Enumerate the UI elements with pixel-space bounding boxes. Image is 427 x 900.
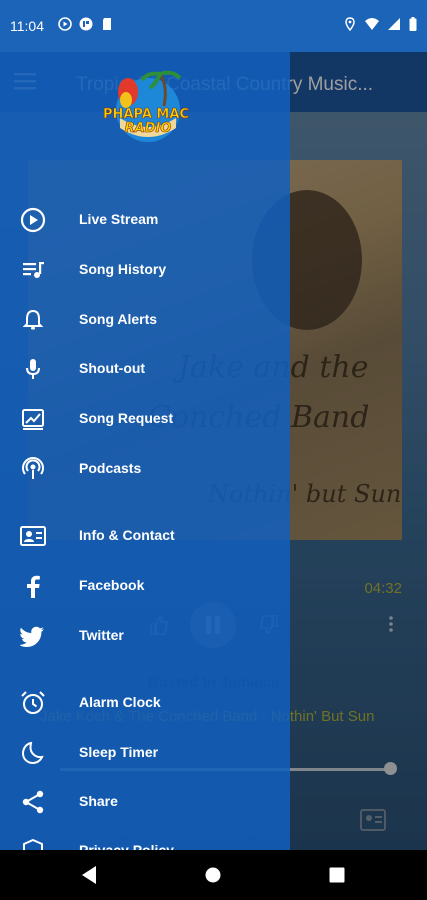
menu-item-share[interactable]: Share: [0, 779, 290, 825]
menu-item-podcasts[interactable]: Podcasts: [0, 446, 290, 492]
home-icon[interactable]: [205, 867, 221, 883]
menu-item-twitter[interactable]: Twitter: [0, 613, 290, 659]
menu-item-song-request[interactable]: Song Request: [0, 396, 290, 442]
microphone-icon: [26, 359, 40, 379]
menu-item-label: Live Stream: [79, 211, 159, 227]
menu-item-shout-out[interactable]: Shout-out: [0, 346, 290, 392]
recents-icon[interactable]: [329, 867, 345, 883]
system-navigation-bar: [0, 850, 427, 900]
app-notification-icon: [79, 17, 93, 31]
menu-item-label: Privacy Policy: [79, 842, 174, 850]
battery-icon: [409, 17, 417, 31]
menu-item-label: Podcasts: [79, 460, 142, 476]
contact-card-icon: [20, 526, 46, 546]
menu-item-label: Song History: [79, 261, 167, 277]
menu-item-label: Alarm Clock: [79, 694, 161, 710]
play-circle-icon: [20, 207, 46, 233]
moon-icon: [21, 741, 44, 765]
sd-card-icon: [103, 18, 111, 30]
menu-item-label: Info & Contact: [79, 527, 175, 543]
menu-item-label: Shout-out: [79, 360, 146, 376]
media-play-icon: [58, 17, 72, 31]
menu-item-info-contact[interactable]: Info & Contact: [0, 513, 290, 559]
menu-item-privacy-policy[interactable]: Privacy Policy: [0, 828, 290, 850]
menu-item-label: Song Request: [79, 410, 174, 426]
menu-item-song-history[interactable]: Song History: [0, 247, 290, 293]
menu-item-label: Facebook: [79, 577, 145, 593]
request-icon: [22, 409, 44, 430]
share-icon: [22, 790, 44, 814]
signal-icon: [388, 18, 400, 30]
menu-item-label: Twitter: [79, 627, 124, 643]
podcast-icon: [22, 457, 44, 479]
status-time: 11:04: [10, 18, 44, 34]
location-icon: [345, 17, 355, 31]
logo-text: PHAPA MAC: [103, 107, 189, 122]
phapa-mac-radio-logo: PHAPA MAC RADIO: [103, 70, 189, 142]
menu-item-facebook[interactable]: Facebook: [0, 563, 290, 609]
menu-item-label: Song Alerts: [79, 311, 158, 327]
menu-item-song-alerts[interactable]: Song Alerts: [0, 297, 290, 343]
twitter-icon: [20, 626, 44, 647]
bell-icon: [22, 309, 44, 330]
facebook-icon: [27, 575, 40, 598]
alarm-clock-icon: [21, 691, 45, 714]
back-icon[interactable]: [81, 865, 97, 885]
menu-item-label: Share: [79, 793, 118, 809]
logo-text: RADIO: [125, 121, 172, 136]
menu-item-label: Sleep Timer: [79, 744, 159, 760]
menu-item-live-stream[interactable]: Live Stream: [0, 197, 290, 243]
menu-item-sleep-timer[interactable]: Sleep Timer: [0, 730, 290, 776]
menu-item-alarm-clock[interactable]: Alarm Clock: [0, 680, 290, 726]
wifi-icon: [365, 18, 379, 30]
shield-icon: [23, 838, 43, 850]
playlist-icon: [23, 262, 44, 278]
status-bar: 11:04: [0, 0, 427, 52]
navigation-drawer: PHAPA MAC RADIO Live Stream Song History…: [0, 52, 290, 850]
